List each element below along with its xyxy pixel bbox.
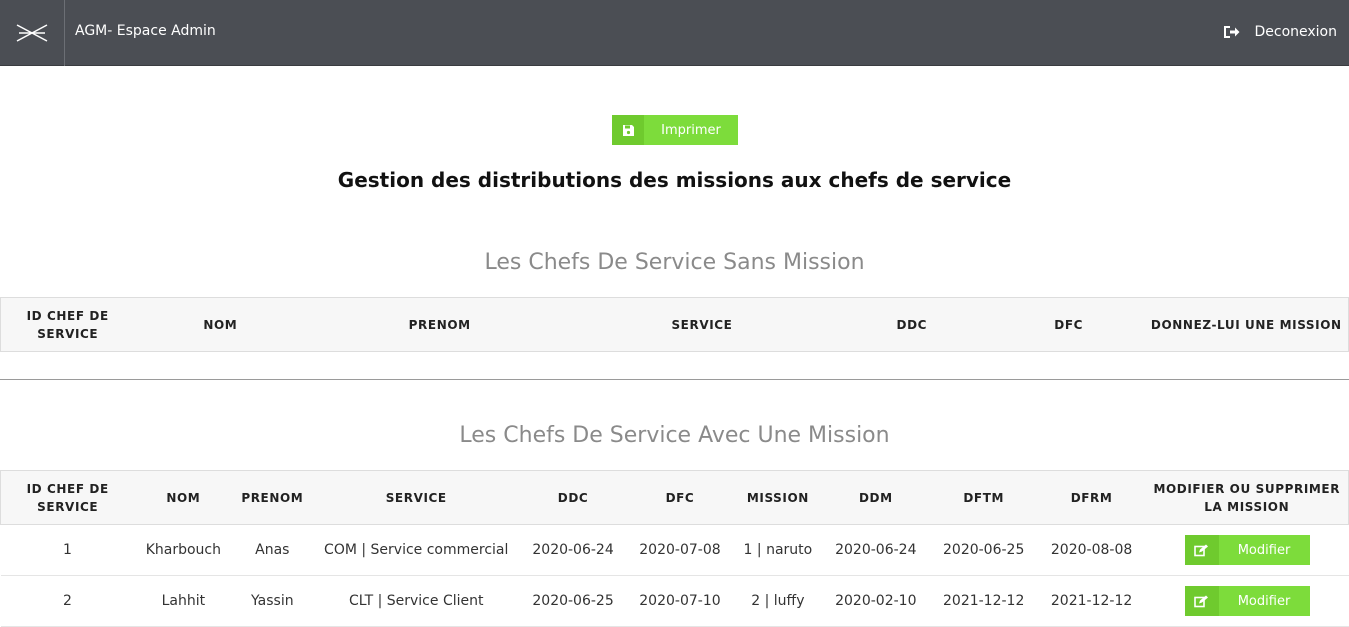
modify-label: Modifier — [1237, 593, 1291, 609]
cell-ddc: 2020-06-25 — [520, 575, 627, 627]
column-header: ID CHEF DE SERVICE — [0, 297, 135, 352]
cell-dfc: 2020-07-10 — [626, 575, 734, 627]
cell-mission: 1 | naruto — [733, 524, 822, 576]
column-header: PRENOM — [232, 470, 313, 525]
column-header: NOM — [134, 297, 307, 352]
table-with-mission: ID CHEF DE SERVICE NOM PRENOM SERVICE DD… — [0, 470, 1349, 627]
app-title: AGM- Espace Admin — [75, 23, 216, 39]
logo[interactable] — [0, 0, 65, 66]
cell-ddc: 2020-06-24 — [520, 524, 627, 576]
modify-label: Modifier — [1237, 542, 1291, 558]
cell-id: 1 — [0, 524, 135, 576]
cell-action: Modifier — [1145, 575, 1349, 627]
cell-dftm: 2021-12-12 — [929, 575, 1038, 627]
column-header: DFTM — [929, 470, 1038, 525]
section-title-with-mission: Les Chefs De Service Avec Une Mission — [459, 423, 890, 448]
cell-prenom: Anas — [232, 524, 313, 576]
modify-button[interactable]: Modifier — [1184, 586, 1310, 616]
column-header: DDC — [520, 470, 627, 525]
edit-icon — [1184, 535, 1219, 565]
cell-service: COM | Service commercial — [312, 524, 521, 576]
logout-link[interactable]: Deconexion — [1222, 23, 1337, 41]
logout-label: Deconexion — [1254, 24, 1337, 40]
column-header: MISSION — [733, 470, 822, 525]
column-header: SERVICE — [573, 297, 831, 352]
print-button[interactable]: Imprimer — [612, 115, 738, 145]
column-header: MODIFIER OU SUPPRIMER LA MISSION — [1145, 470, 1349, 525]
column-header: PRENOM — [306, 297, 574, 352]
table-header-row: ID CHEF DE SERVICE NOM PRENOM SERVICE DD… — [0, 297, 1349, 352]
cell-dfrm: 2021-12-12 — [1037, 575, 1146, 627]
column-header: DFC — [992, 297, 1145, 352]
cell-mission: 2 | luffy — [733, 575, 822, 627]
sign-out-icon — [1224, 26, 1240, 38]
column-header: NOM — [134, 470, 233, 525]
edit-icon — [1184, 586, 1219, 616]
section-title-without-mission: Les Chefs De Service Sans Mission — [484, 250, 865, 275]
column-header: SERVICE — [312, 470, 521, 525]
cell-action: Modifier — [1145, 524, 1349, 576]
section-divider — [0, 379, 1349, 380]
cell-nom: Kharbouch — [134, 524, 233, 576]
table-row: 2 Lahhit Yassin CLT | Service Client 202… — [0, 575, 1349, 627]
table-row: 1 Kharbouch Anas COM | Service commercia… — [0, 524, 1349, 576]
print-label: Imprimer — [661, 122, 721, 138]
cell-dftm: 2020-06-25 — [929, 524, 1038, 576]
page-title: Gestion des distributions des missions a… — [337, 168, 1012, 192]
cell-service: CLT | Service Client — [312, 575, 521, 627]
column-header: DDM — [821, 470, 930, 525]
column-header: DONNEZ-LUI UNE MISSION — [1144, 297, 1349, 352]
column-header: ID CHEF DE SERVICE — [0, 470, 135, 525]
cell-dfc: 2020-07-08 — [626, 524, 734, 576]
cell-prenom: Yassin — [232, 575, 313, 627]
cell-ddm: 2020-06-24 — [821, 524, 930, 576]
cell-ddm: 2020-02-10 — [821, 575, 930, 627]
table-without-mission: ID CHEF DE SERVICE NOM PRENOM SERVICE DD… — [0, 297, 1349, 352]
cell-dfrm: 2020-08-08 — [1037, 524, 1146, 576]
column-header: DFRM — [1037, 470, 1146, 525]
column-header: DDC — [830, 297, 993, 352]
crossed-lines-logo-icon — [16, 24, 48, 42]
modify-button[interactable]: Modifier — [1184, 535, 1310, 565]
floppy-disk-icon — [612, 115, 644, 145]
cell-nom: Lahhit — [134, 575, 233, 627]
top-navbar: AGM- Espace Admin Deconexion — [0, 0, 1349, 66]
cell-id: 2 — [0, 575, 135, 627]
table-header-row: ID CHEF DE SERVICE NOM PRENOM SERVICE DD… — [0, 470, 1349, 525]
column-header: DFC — [626, 470, 734, 525]
